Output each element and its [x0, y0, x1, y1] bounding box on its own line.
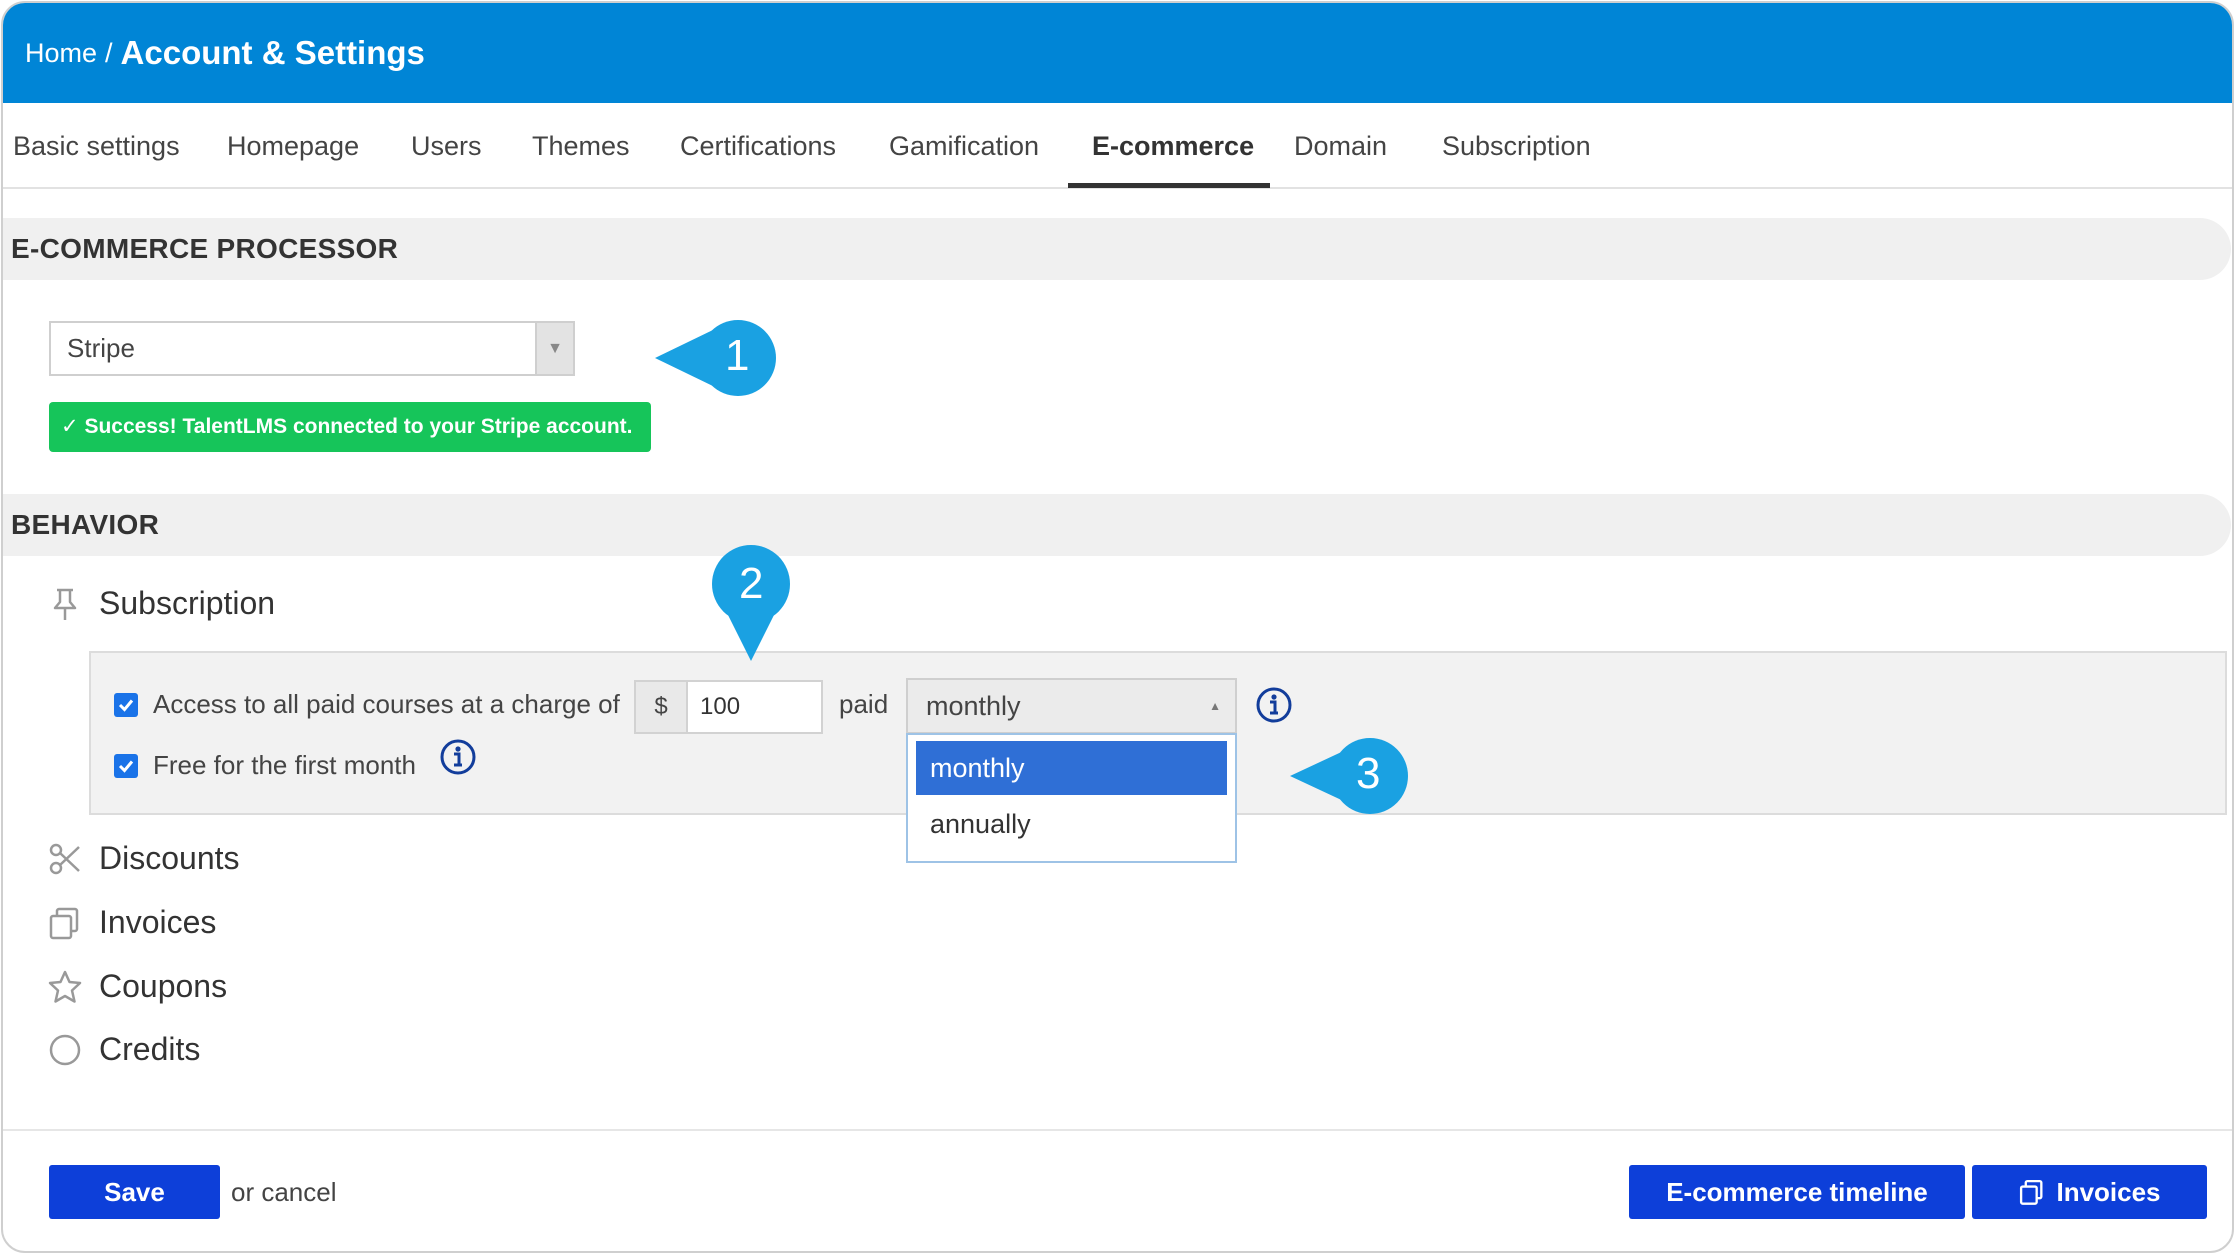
success-banner: ✓ Success! TalentLMS connected to your S… — [49, 402, 651, 452]
price-field[interactable]: $ — [634, 680, 823, 734]
paid-text: paid — [839, 689, 889, 719]
subscription-row: Subscription — [47, 585, 275, 622]
tab-homepage[interactable]: Homepage — [227, 103, 359, 189]
caret-down-icon[interactable]: ▼ — [535, 323, 573, 374]
coupons-label[interactable]: Coupons — [99, 968, 227, 1005]
tab-themes[interactable]: Themes — [532, 103, 630, 189]
currency-symbol: $ — [636, 682, 688, 732]
period-select[interactable]: monthly ▲ — [906, 678, 1237, 734]
info-icon[interactable] — [439, 738, 477, 776]
ecommerce-timeline-button[interactable]: E-commerce timeline — [1629, 1165, 1965, 1219]
tab-e-commerce[interactable]: E-commerce — [1092, 103, 1254, 189]
price-input[interactable] — [700, 682, 810, 732]
tab-certifications[interactable]: Certifications — [680, 103, 836, 189]
header-bar: Home / Account & Settings — [3, 3, 2232, 103]
invoices-label[interactable]: Invoices — [99, 904, 216, 941]
star-icon — [48, 970, 82, 1003]
app-window: Home / Account & Settings Basic settings… — [1, 1, 2234, 1253]
tab-users[interactable]: Users — [411, 103, 482, 189]
invoices-button-label: Invoices — [2056, 1176, 2161, 1207]
callout-number-3: 3 — [1356, 749, 1381, 798]
tab-subscription[interactable]: Subscription — [1442, 103, 1591, 189]
period-dropdown: monthly annually — [906, 733, 1237, 863]
check-icon: ✓ — [61, 415, 85, 438]
tab-domain[interactable]: Domain — [1294, 103, 1387, 189]
behavior-section-heading: BEHAVIOR — [3, 494, 2231, 556]
discounts-row[interactable]: Discounts — [47, 840, 240, 877]
checkmark-icon — [118, 760, 134, 773]
callout-marker-1 — [655, 320, 776, 396]
tab-basic-settings[interactable]: Basic settings — [13, 103, 180, 189]
discounts-label[interactable]: Discounts — [99, 840, 240, 877]
callout-number-2: 2 — [739, 559, 764, 608]
processor-section-heading: E-COMMERCE PROCESSOR — [3, 218, 2231, 280]
access-text: Access to all paid courses at a charge o… — [153, 689, 620, 719]
footer-divider — [3, 1129, 2232, 1131]
cancel-link[interactable]: or cancel — [231, 1177, 337, 1208]
info-icon[interactable] — [1255, 686, 1293, 724]
subscription-label: Subscription — [99, 585, 276, 621]
active-tab-indicator — [1068, 183, 1270, 188]
circle-icon — [49, 1034, 81, 1065]
credits-label[interactable]: Credits — [99, 1031, 200, 1068]
period-option-monthly[interactable]: monthly — [916, 741, 1227, 795]
free-first-month-checkbox[interactable] — [114, 754, 138, 778]
page-title: Account & Settings — [120, 34, 425, 71]
copy-icon — [2020, 1179, 2043, 1205]
callout-number-1: 1 — [725, 331, 750, 380]
caret-up-icon: ▲ — [1209, 699, 1221, 713]
processor-select-value: Stripe — [67, 333, 135, 363]
tab-gamification[interactable]: Gamification — [889, 103, 1039, 189]
callout-marker-3 — [1290, 738, 1408, 814]
period-option-annually[interactable]: annually — [916, 797, 1227, 851]
period-select-value: monthly — [926, 691, 1021, 721]
pin-icon — [53, 588, 77, 620]
copy-icon — [49, 907, 79, 939]
settings-tabs: Basic settings Homepage Users Themes Cer… — [3, 103, 2232, 189]
checkmark-icon — [118, 699, 134, 712]
invoices-row[interactable]: Invoices — [47, 904, 216, 941]
success-message: Success! TalentLMS connected to your Str… — [84, 415, 633, 438]
credits-row[interactable]: Credits — [47, 1031, 200, 1068]
processor-select[interactable]: Stripe ▼ — [49, 321, 575, 376]
breadcrumb-home-link[interactable]: Home — [25, 38, 97, 69]
coupons-row[interactable]: Coupons — [47, 968, 227, 1005]
scissors-icon — [49, 843, 80, 874]
invoices-button[interactable]: Invoices — [1972, 1165, 2207, 1219]
access-checkbox[interactable] — [114, 693, 138, 717]
save-button[interactable]: Save — [49, 1165, 220, 1219]
free-first-month-text: Free for the first month — [153, 750, 416, 780]
breadcrumb-separator: / — [105, 37, 113, 68]
